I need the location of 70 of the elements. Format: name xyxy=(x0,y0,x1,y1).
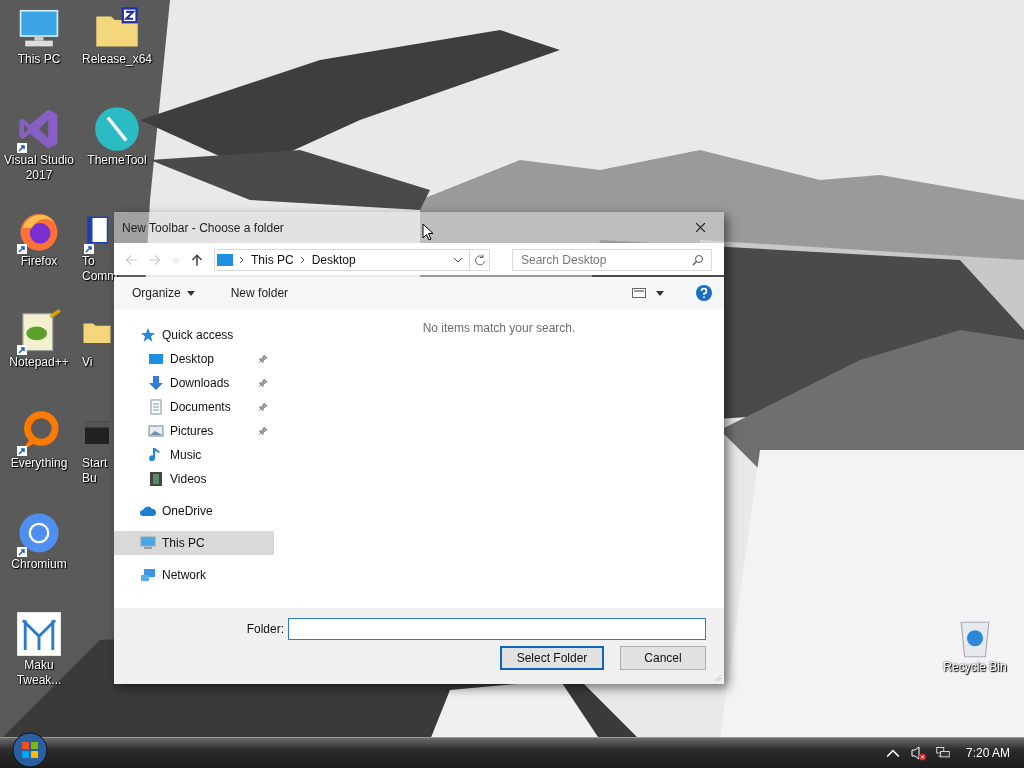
network-icon xyxy=(140,567,156,583)
up-arrow-icon[interactable] xyxy=(190,253,204,267)
star-icon xyxy=(140,327,156,343)
nav-item[interactable]: Documents xyxy=(114,395,274,419)
monitor-icon xyxy=(148,351,164,367)
clock[interactable]: 7:20 AM xyxy=(965,746,1010,760)
nav-item[interactable]: OneDrive xyxy=(114,499,274,523)
desktop-icon-label[interactable]: Chromium xyxy=(11,557,67,572)
document-icon xyxy=(148,399,164,415)
nav-item[interactable]: Downloads xyxy=(114,371,274,395)
desktop-icon-label[interactable]: Tweak... xyxy=(16,673,62,688)
network-icon[interactable] xyxy=(935,746,950,760)
picture-icon xyxy=(148,423,164,439)
nav-item[interactable]: This PC xyxy=(114,531,274,555)
start-button[interactable] xyxy=(12,732,48,768)
desktop-icon-label[interactable]: To xyxy=(82,254,95,269)
resize-grip-icon[interactable] xyxy=(714,674,722,682)
pin-icon xyxy=(258,426,268,436)
nav-item[interactable]: Music xyxy=(114,443,274,467)
address-bar[interactable]: This PC Desktop xyxy=(214,249,490,271)
organize-menu[interactable]: Organize xyxy=(124,284,203,302)
down-arrow-icon xyxy=(148,375,164,391)
desktop-icon-label[interactable]: Maku xyxy=(24,658,54,673)
desktop-icon-label[interactable]: Visual Studio xyxy=(4,153,74,168)
nav-item[interactable]: Desktop xyxy=(114,347,274,371)
nav-item[interactable]: Videos xyxy=(114,467,274,491)
computer-icon xyxy=(140,535,156,551)
nav-item[interactable]: Pictures xyxy=(114,419,274,443)
nav-item[interactable]: Quick access xyxy=(114,323,274,347)
chevron-icon xyxy=(299,256,306,264)
folder-label: Folder: xyxy=(246,622,284,636)
folder-field[interactable] xyxy=(288,618,706,640)
caret-icon xyxy=(186,290,195,296)
dialog-button[interactable]: Cancel xyxy=(620,646,706,670)
pin-icon xyxy=(258,354,268,364)
desktop-icon-label[interactable]: Everything xyxy=(10,456,68,471)
desktop-icon-label[interactable]: Firefox xyxy=(20,254,58,269)
desktop-icon-label[interactable]: ThemeTool xyxy=(87,153,147,168)
pin-icon xyxy=(258,402,268,412)
chevron-icon xyxy=(239,256,245,264)
windows-orb-icon xyxy=(12,732,48,768)
muted-speaker-icon[interactable] xyxy=(909,745,926,761)
mouse-cursor-icon xyxy=(422,223,434,241)
breadcrumb[interactable]: This PC xyxy=(251,253,294,267)
view-icon[interactable] xyxy=(632,288,646,298)
film-icon xyxy=(148,471,164,487)
desktop-icon-label[interactable]: Notepad++ xyxy=(9,355,69,370)
search-icon xyxy=(692,254,704,266)
close-icon xyxy=(695,222,706,233)
desktop-icon-label[interactable]: Recycle Bin xyxy=(943,660,1007,675)
brush-circle-icon xyxy=(94,106,140,152)
default-button[interactable]: Select Folder xyxy=(500,646,604,670)
dropdown-caret-icon[interactable] xyxy=(453,257,463,263)
pin-icon xyxy=(258,378,268,388)
desktop-icon-label[interactable]: Release_x64 xyxy=(81,52,153,67)
desktop-icon-label[interactable]: 2017 xyxy=(25,168,53,183)
help-icon[interactable] xyxy=(696,285,712,301)
desktop-icon-label[interactable]: This PC xyxy=(17,52,61,67)
window-title: New Toolbar - Choose a folder xyxy=(122,220,284,235)
desktop-icon-label[interactable]: Vi xyxy=(82,355,93,370)
caret-icon[interactable] xyxy=(656,290,664,296)
nav-item[interactable]: Network xyxy=(114,563,274,587)
desktop-icon-label[interactable]: Start xyxy=(82,456,108,471)
desktop-icon-label[interactable]: Bu xyxy=(82,471,97,486)
toolbar-button[interactable]: New folder xyxy=(222,284,297,302)
monitor-icon xyxy=(217,254,233,266)
empty-message: No items match your search. xyxy=(422,321,576,337)
refresh-icon xyxy=(473,254,486,266)
search-field[interactable]: Search Desktop xyxy=(512,249,712,271)
breadcrumb[interactable]: Desktop xyxy=(311,253,356,267)
